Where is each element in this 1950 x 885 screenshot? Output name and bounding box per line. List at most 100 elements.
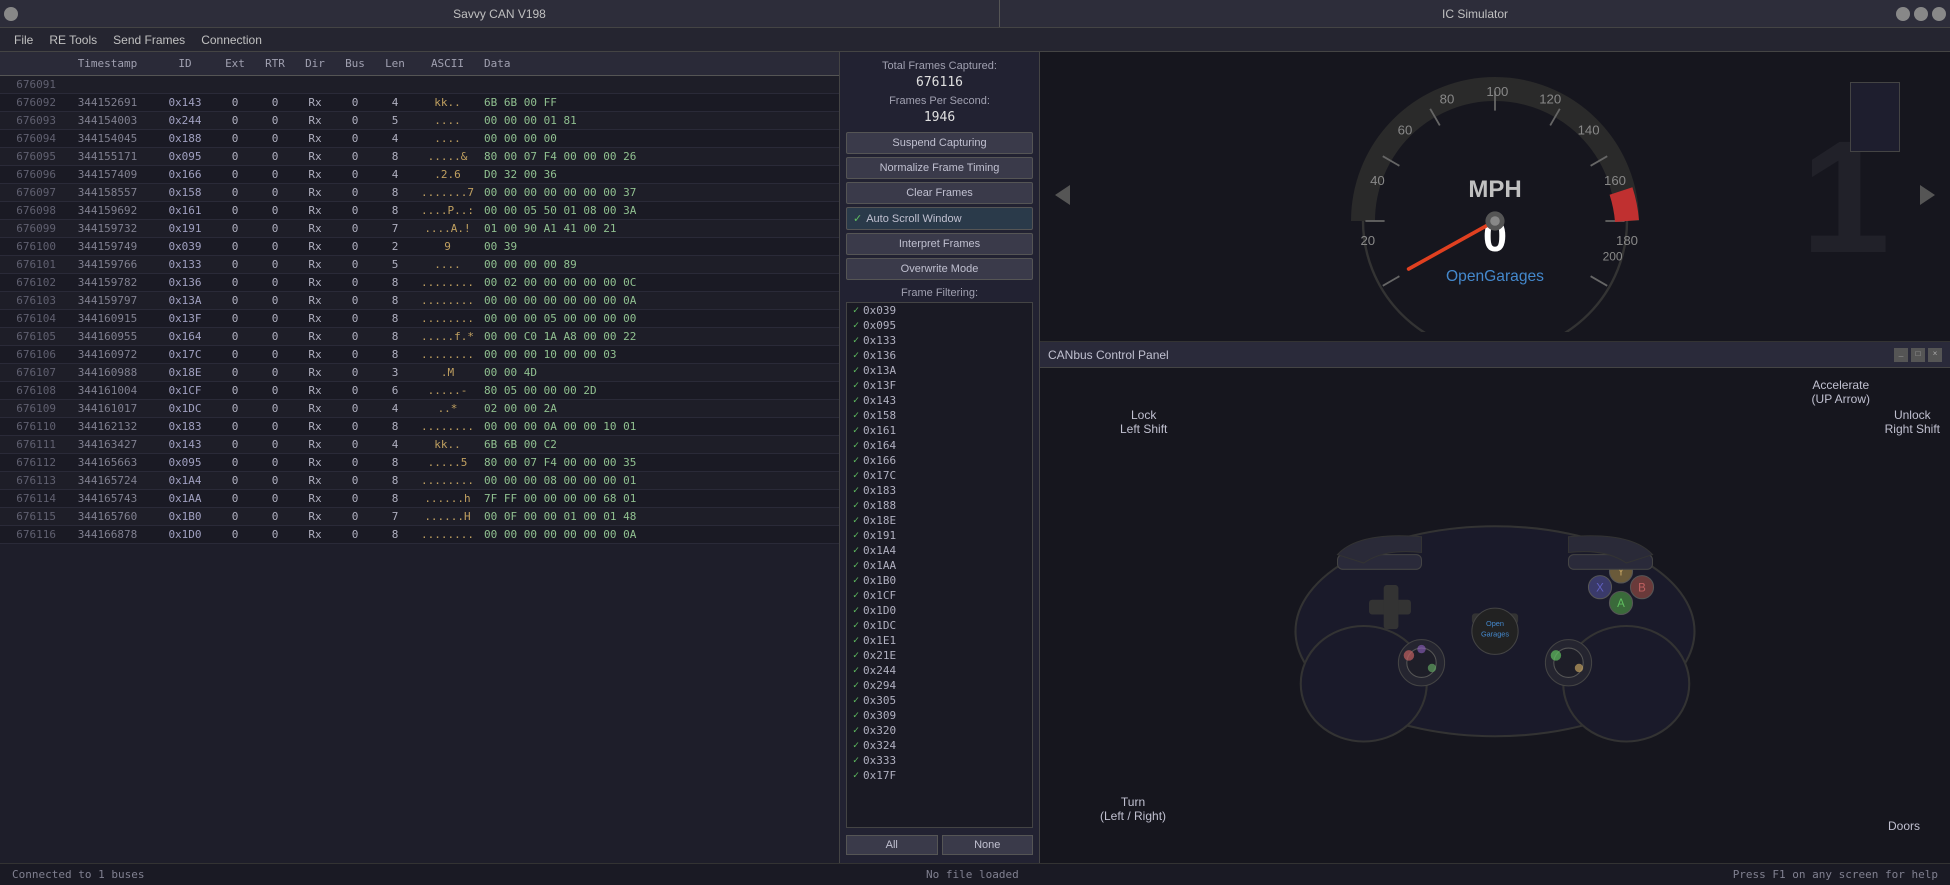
menu-connection[interactable]: Connection	[195, 31, 268, 49]
cell-data: 80 05 00 00 00 2D	[480, 383, 839, 398]
filter-item[interactable]: ✓0x21E	[847, 648, 1032, 663]
table-row[interactable]: 676100 344159749 0x039 0 0 Rx 0 2 9 00 3…	[0, 238, 839, 256]
filter-item[interactable]: ✓0x17C	[847, 468, 1032, 483]
close-icon[interactable]	[1896, 7, 1910, 21]
canbus-minimize-icon[interactable]: _	[1894, 348, 1908, 362]
cell-rtr: 0	[255, 473, 295, 488]
table-row[interactable]: 676113 344165724 0x1A4 0 0 Rx 0 8 ......…	[0, 472, 839, 490]
filter-id-label: 0x164	[863, 439, 896, 452]
table-row[interactable]: 676098 344159692 0x161 0 0 Rx 0 8 ....P.…	[0, 202, 839, 220]
filter-item[interactable]: ✓0x158	[847, 408, 1032, 423]
filter-item[interactable]: ✓0x133	[847, 333, 1032, 348]
table-row[interactable]: 676103 344159797 0x13A 0 0 Rx 0 8 ......…	[0, 292, 839, 310]
filter-item[interactable]: ✓0x164	[847, 438, 1032, 453]
filter-item[interactable]: ✓0x183	[847, 483, 1032, 498]
table-row[interactable]: 676105 344160955 0x164 0 0 Rx 0 8 .....f…	[0, 328, 839, 346]
filter-item[interactable]: ✓0x324	[847, 738, 1032, 753]
filter-item[interactable]: ✓0x1A4	[847, 543, 1032, 558]
table-row[interactable]: 676104 344160915 0x13F 0 0 Rx 0 8 ......…	[0, 310, 839, 328]
cell-bus: 0	[335, 257, 375, 272]
table-row[interactable]: 676096 344157409 0x166 0 0 Rx 0 4 .2.6 D…	[0, 166, 839, 184]
cell-ascii: .......7	[415, 185, 480, 200]
table-row[interactable]: 676102 344159782 0x136 0 0 Rx 0 8 ......…	[0, 274, 839, 292]
filter-check-icon: ✓	[853, 605, 859, 616]
filter-item[interactable]: ✓0x18E	[847, 513, 1032, 528]
table-row[interactable]: 676114 344165743 0x1AA 0 0 Rx 0 8 ......…	[0, 490, 839, 508]
cell-len	[375, 77, 415, 92]
normalize-frame-timing-button[interactable]: Normalize Frame Timing	[846, 157, 1033, 179]
svg-text:MPH: MPH	[1468, 176, 1521, 203]
interpret-frames-button[interactable]: Interpret Frames	[846, 233, 1033, 255]
filter-item[interactable]: ✓0x1DC	[847, 618, 1032, 633]
menu-sendframes[interactable]: Send Frames	[107, 31, 191, 49]
cell-data: 00 00 00 00 89	[480, 257, 839, 272]
canbus-maximize-icon[interactable]: □	[1911, 348, 1925, 362]
minimize-right-icon[interactable]	[1932, 7, 1946, 21]
filter-item[interactable]: ✓0x333	[847, 753, 1032, 768]
cell-ascii: ......h	[415, 491, 480, 506]
cell-rtr: 0	[255, 401, 295, 416]
table-row[interactable]: 676099 344159732 0x191 0 0 Rx 0 7 ....A.…	[0, 220, 839, 238]
canbus-close-icon[interactable]: ×	[1928, 348, 1942, 362]
cell-ts: 344159797	[60, 293, 155, 308]
filter-item[interactable]: ✓0x039	[847, 303, 1032, 318]
right-arrow[interactable]	[1910, 180, 1940, 214]
table-row[interactable]: 676109 344161017 0x1DC 0 0 Rx 0 4 ..* 02…	[0, 400, 839, 418]
cell-ascii: ........	[415, 293, 480, 308]
table-row[interactable]: 676101 344159766 0x133 0 0 Rx 0 5 .... 0…	[0, 256, 839, 274]
filter-id-label: 0x320	[863, 724, 896, 737]
table-row[interactable]: 676097 344158557 0x158 0 0 Rx 0 8 ......…	[0, 184, 839, 202]
filter-item[interactable]: ✓0x166	[847, 453, 1032, 468]
table-row[interactable]: 676094 344154045 0x188 0 0 Rx 0 4 .... 0…	[0, 130, 839, 148]
table-row[interactable]: 676106 344160972 0x17C 0 0 Rx 0 8 ......…	[0, 346, 839, 364]
table-row[interactable]: 676107 344160988 0x18E 0 0 Rx 0 3 .M 00 …	[0, 364, 839, 382]
filter-item[interactable]: ✓0x13A	[847, 363, 1032, 378]
menu-retools[interactable]: RE Tools	[43, 31, 103, 49]
filter-item[interactable]: ✓0x309	[847, 708, 1032, 723]
filter-item[interactable]: ✓0x13F	[847, 378, 1032, 393]
svg-text:X: X	[1596, 582, 1604, 594]
filter-item[interactable]: ✓0x1D0	[847, 603, 1032, 618]
cell-ascii: .2.6	[415, 167, 480, 182]
table-row[interactable]: 676116 344166878 0x1D0 0 0 Rx 0 8 ......…	[0, 526, 839, 544]
svg-text:40: 40	[1370, 173, 1385, 188]
table-row[interactable]: 676115 344165760 0x1B0 0 0 Rx 0 7 ......…	[0, 508, 839, 526]
filter-item[interactable]: ✓0x294	[847, 678, 1032, 693]
filter-item[interactable]: ✓0x143	[847, 393, 1032, 408]
table-row[interactable]: 676110 344162132 0x183 0 0 Rx 0 8 ......…	[0, 418, 839, 436]
overwrite-mode-button[interactable]: Overwrite Mode	[846, 258, 1033, 280]
minimize-icon[interactable]	[4, 7, 18, 21]
filter-item[interactable]: ✓0x1CF	[847, 588, 1032, 603]
filter-item[interactable]: ✓0x1B0	[847, 573, 1032, 588]
menu-file[interactable]: File	[8, 31, 39, 49]
table-row[interactable]: 676092 344152691 0x143 0 0 Rx 0 4 kk.. 6…	[0, 94, 839, 112]
filter-item[interactable]: ✓0x161	[847, 423, 1032, 438]
filter-item[interactable]: ✓0x320	[847, 723, 1032, 738]
filter-item[interactable]: ✓0x095	[847, 318, 1032, 333]
auto-scroll-button[interactable]: ✓ Auto Scroll Window	[846, 207, 1033, 230]
cell-rownum: 676100	[0, 239, 60, 254]
cell-ext: 0	[215, 131, 255, 146]
filter-item[interactable]: ✓0x17F	[847, 768, 1032, 783]
cell-ascii: .....5	[415, 455, 480, 470]
suspend-capturing-button[interactable]: Suspend Capturing	[846, 132, 1033, 154]
filter-none-button[interactable]: None	[942, 835, 1034, 855]
filter-item[interactable]: ✓0x305	[847, 693, 1032, 708]
col-id: ID	[155, 55, 215, 72]
table-row[interactable]: 676111 344163427 0x143 0 0 Rx 0 4 kk.. 6…	[0, 436, 839, 454]
left-arrow[interactable]	[1050, 180, 1080, 214]
table-row[interactable]: 676093 344154003 0x244 0 0 Rx 0 5 .... 0…	[0, 112, 839, 130]
filter-item[interactable]: ✓0x188	[847, 498, 1032, 513]
table-row[interactable]: 676112 344165663 0x095 0 0 Rx 0 8 .....5…	[0, 454, 839, 472]
clear-frames-button[interactable]: Clear Frames	[846, 182, 1033, 204]
filter-item[interactable]: ✓0x1AA	[847, 558, 1032, 573]
filter-check-icon: ✓	[853, 305, 859, 316]
filter-item[interactable]: ✓0x191	[847, 528, 1032, 543]
table-row[interactable]: 676095 344155171 0x095 0 0 Rx 0 8 .....&…	[0, 148, 839, 166]
filter-item[interactable]: ✓0x244	[847, 663, 1032, 678]
maximize-icon[interactable]	[1914, 7, 1928, 21]
filter-item[interactable]: ✓0x136	[847, 348, 1032, 363]
filter-all-button[interactable]: All	[846, 835, 938, 855]
filter-item[interactable]: ✓0x1E1	[847, 633, 1032, 648]
table-row[interactable]: 676108 344161004 0x1CF 0 0 Rx 0 6 .....-…	[0, 382, 839, 400]
